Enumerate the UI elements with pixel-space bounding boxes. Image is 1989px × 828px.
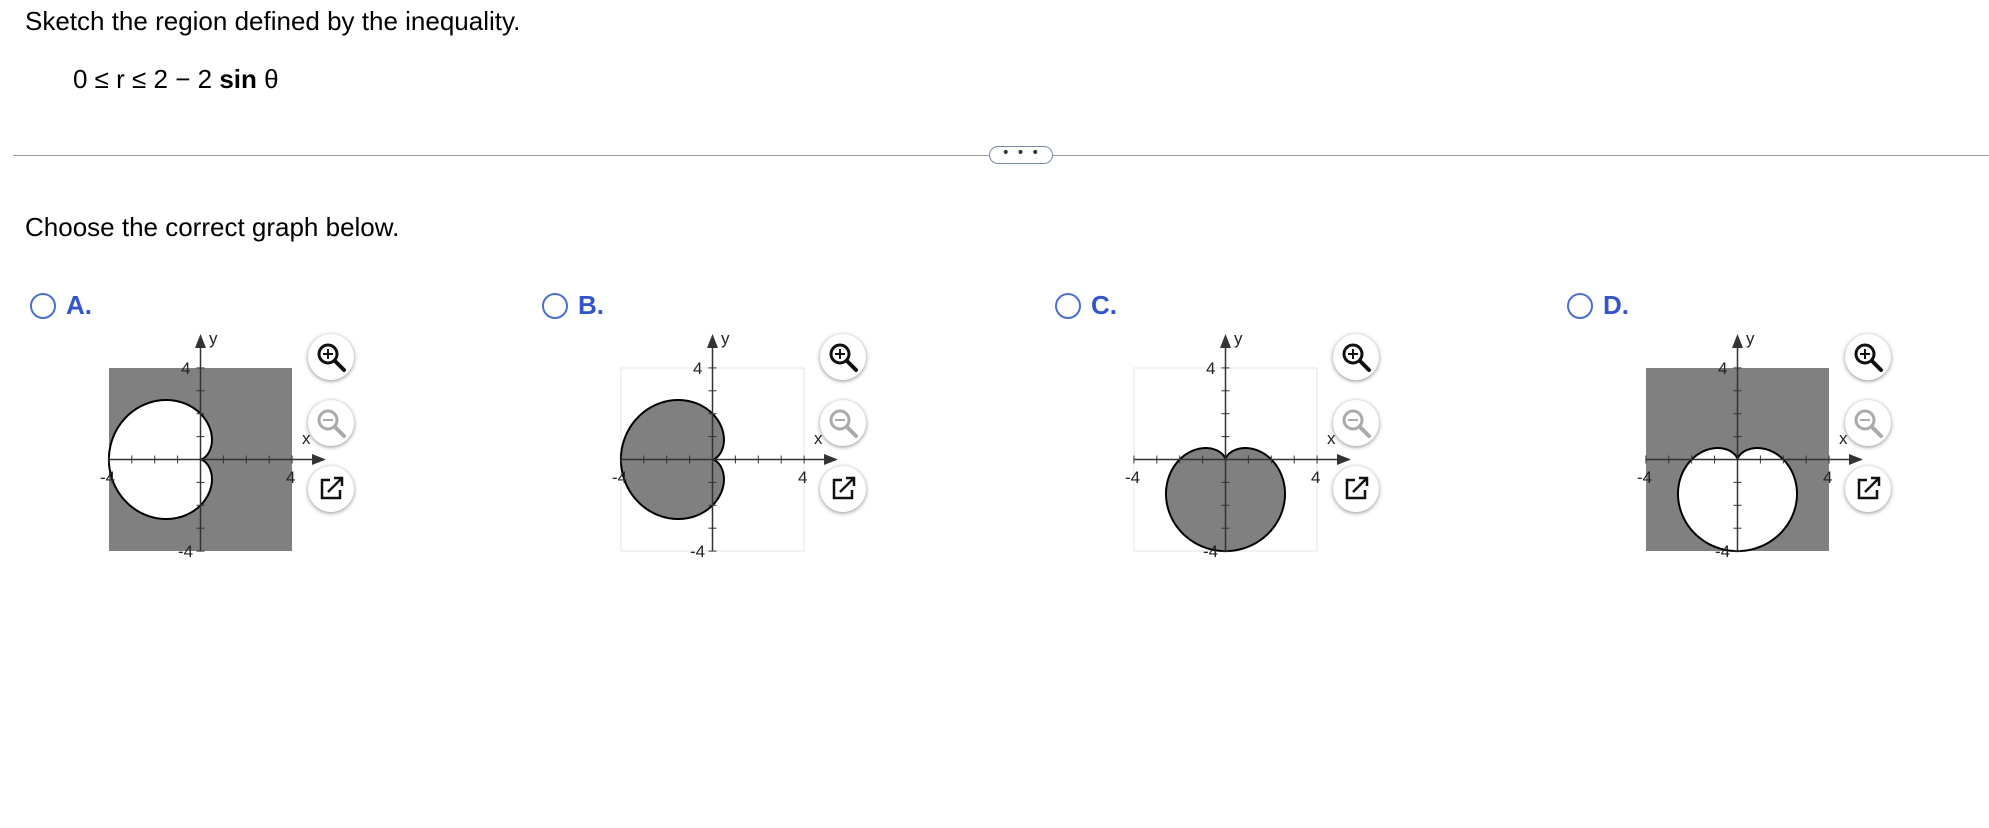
popout-button[interactable] [308,466,354,512]
option-c-radio[interactable] [1055,293,1081,319]
zoom-out-button[interactable] [1845,400,1891,446]
question-prompt: Sketch the region defined by the inequal… [25,6,521,36]
zoom-out-icon [1342,409,1371,438]
y-tick-label-neg: -4 [1203,542,1218,561]
option-a-radio[interactable] [30,293,56,319]
x-tick-label-pos: 4 [798,468,807,487]
inequality-theta: θ [256,64,279,94]
option-d: D. x y 4 -4 4 -4 [1563,288,1989,568]
y-tick-label-neg: -4 [178,542,193,561]
option-b-radio[interactable] [542,293,568,319]
more-button[interactable]: • • • [989,146,1053,164]
x-tick-label-pos: 4 [1823,468,1832,487]
popout-button[interactable] [820,466,866,512]
y-axis-label: y [1234,329,1243,348]
y-tick-label-neg: -4 [1715,542,1730,561]
option-c: C. x y 4 -4 4 -4 [1051,288,1531,568]
zoom-out-icon [1854,409,1883,438]
option-c-graph: x y 4 -4 4 -4 [1125,329,1351,561]
y-axis-arrow [1732,334,1743,348]
zoom-out-button[interactable] [820,400,866,446]
y-axis-label: y [209,329,218,348]
zoom-in-icon [1854,343,1883,372]
x-axis-arrow [1337,454,1351,465]
inequality-left: 0 ≤ r ≤ 2 − 2 [73,64,220,94]
x-tick-label-neg: -4 [1637,468,1652,487]
option-d-radio[interactable] [1567,293,1593,319]
option-b: B. x y 4 -4 4 -4 [538,288,1018,568]
popout-icon [832,476,856,500]
y-tick-label-pos: 4 [1718,359,1727,378]
y-axis-arrow [1220,334,1231,348]
inequality: 0 ≤ r ≤ 2 − 2 sin θ [73,64,279,95]
option-a-letter[interactable]: A. [66,290,92,321]
popout-button[interactable] [1845,466,1891,512]
zoom-in-button[interactable] [308,334,354,380]
popout-button[interactable] [1333,466,1379,512]
zoom-in-icon [317,343,346,372]
option-d-graph: x y 4 -4 4 -4 [1637,329,1863,561]
option-a-graph: x y 4 -4 4 -4 [100,329,326,561]
popout-icon [320,476,344,500]
zoom-in-button[interactable] [820,334,866,380]
popout-icon [1857,476,1881,500]
zoom-in-button[interactable] [1333,334,1379,380]
inequality-sin: sin [219,64,257,94]
option-b-letter[interactable]: B. [578,290,604,321]
x-axis-arrow [312,454,326,465]
y-axis-label: y [721,329,730,348]
y-axis-arrow [195,334,206,348]
x-tick-label-pos: 4 [1311,468,1320,487]
y-tick-label-pos: 4 [693,359,702,378]
y-tick-label-neg: -4 [690,542,705,561]
zoom-in-icon [829,343,858,372]
popout-icon [1345,476,1369,500]
option-a: A. x y 4 -4 4 -4 [26,288,506,568]
x-tick-label-neg: -4 [612,468,627,487]
option-d-letter[interactable]: D. [1603,290,1629,321]
zoom-in-button[interactable] [1845,334,1891,380]
option-c-letter[interactable]: C. [1091,290,1117,321]
option-b-graph: x y 4 -4 4 -4 [612,329,838,561]
zoom-out-button[interactable] [308,400,354,446]
y-axis-label: y [1746,329,1755,348]
instruction-text: Choose the correct graph below. [25,212,400,242]
x-tick-label-neg: -4 [1125,468,1140,487]
zoom-in-icon [1342,343,1371,372]
x-tick-label-neg: -4 [100,468,115,487]
y-tick-label-pos: 4 [1206,359,1215,378]
y-tick-label-pos: 4 [181,359,190,378]
zoom-out-button[interactable] [1333,400,1379,446]
y-axis-arrow [707,334,718,348]
x-tick-label-pos: 4 [286,468,295,487]
zoom-out-icon [317,409,346,438]
zoom-out-icon [829,409,858,438]
x-axis-arrow [1849,454,1863,465]
x-axis-arrow [824,454,838,465]
